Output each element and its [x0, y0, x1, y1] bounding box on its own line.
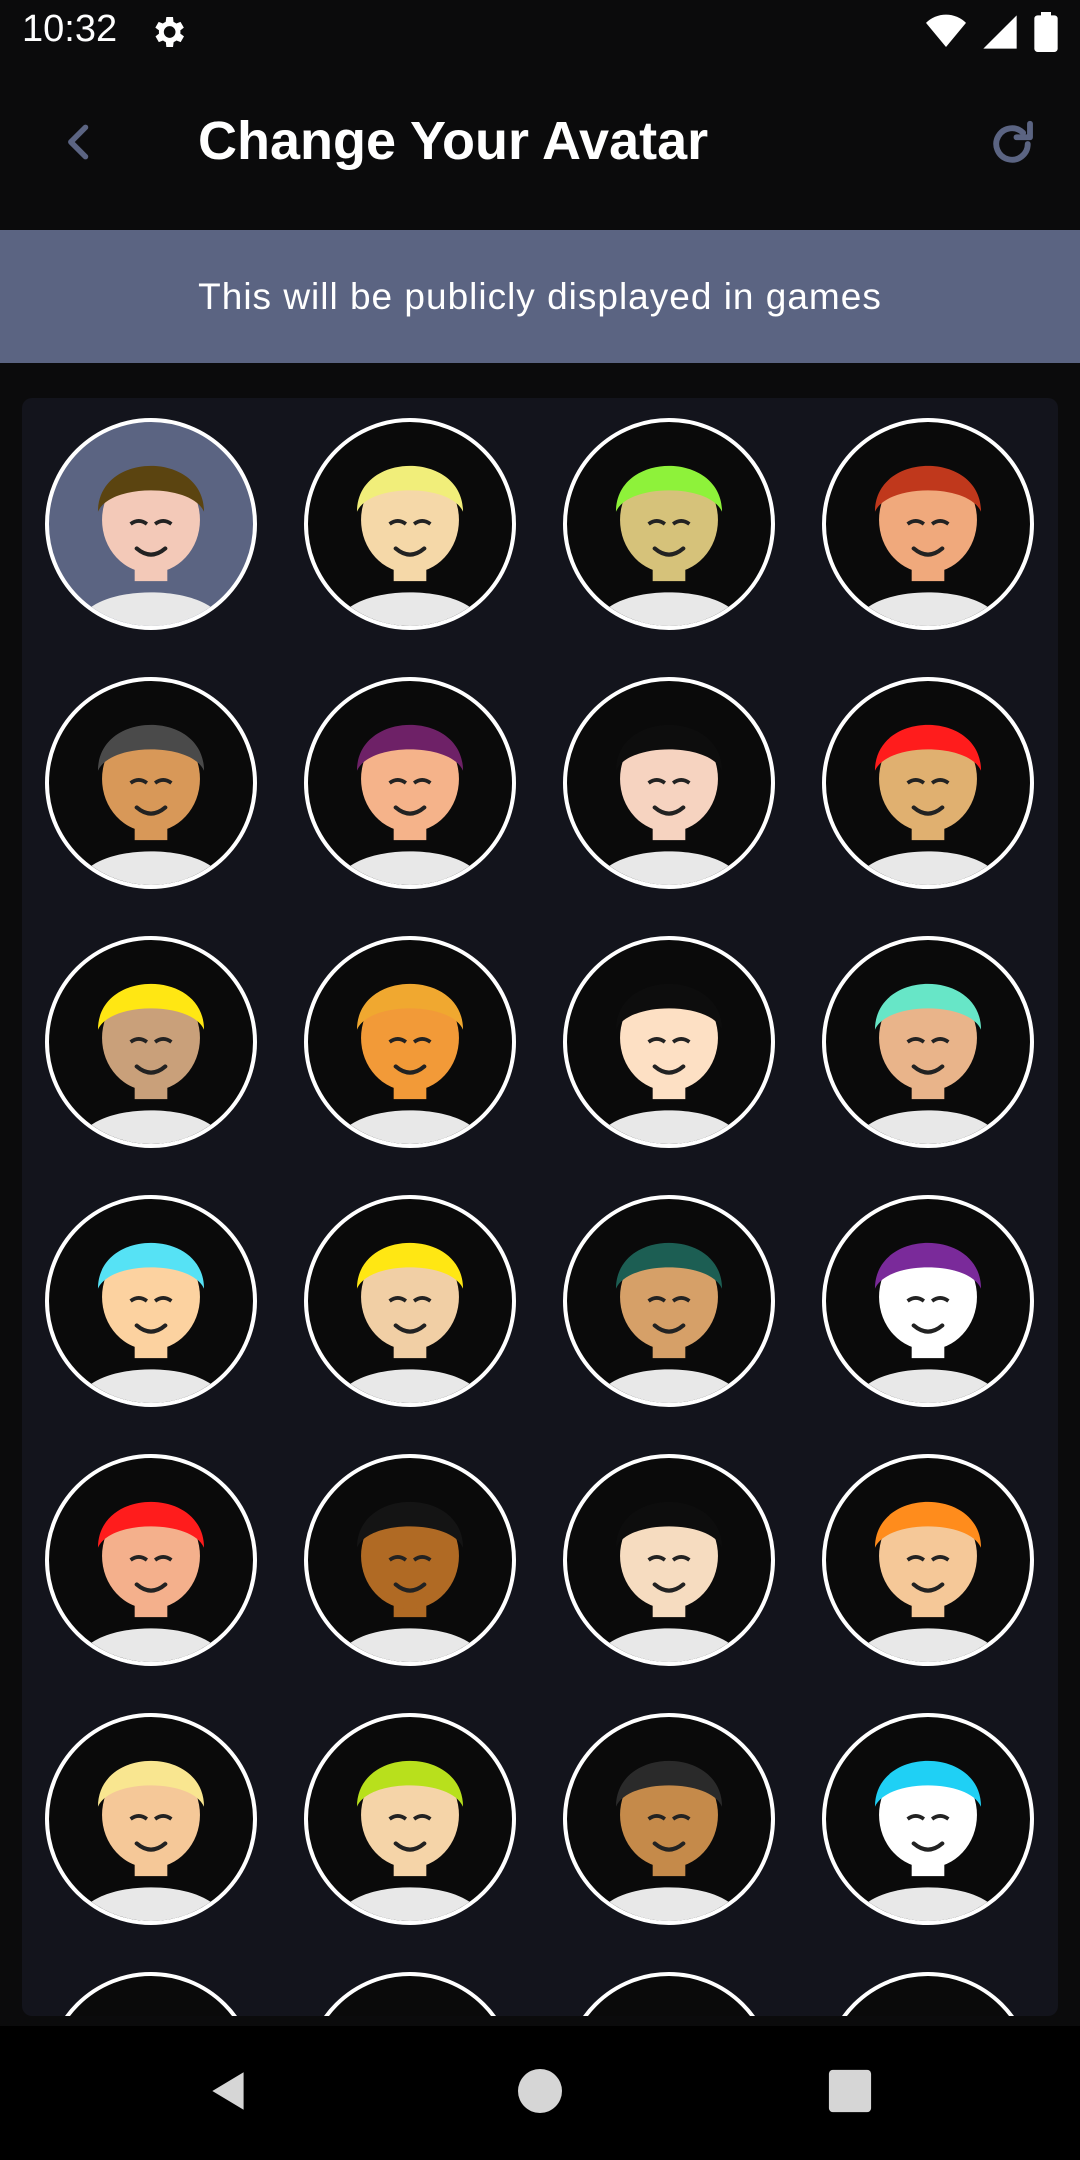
- avatar-option-hat-sunglasses[interactable]: [45, 418, 257, 630]
- banner-text: This will be publicly displayed in games: [198, 275, 882, 317]
- avatar-face-icon: [854, 1501, 1002, 1662]
- avatar-face-icon: [77, 724, 225, 885]
- avatar-face-icon: [336, 1760, 484, 1921]
- avatar-face-icon: [595, 1501, 743, 1662]
- info-banner: This will be publicly displayed in games: [0, 230, 1080, 363]
- status-bar: 10:32: [0, 0, 1080, 66]
- avatar-face-icon: [336, 465, 484, 626]
- app-bar: Change Your Avatar: [0, 66, 1080, 230]
- avatar-option-fedora-blond[interactable]: [304, 418, 516, 630]
- avatar-face-icon: [77, 465, 225, 626]
- nav-recents-button[interactable]: [817, 2060, 883, 2126]
- avatar-face-icon: [336, 724, 484, 885]
- avatar-option-blond-dreads-glasses[interactable]: [45, 1713, 257, 1925]
- avatar-option-partial-4[interactable]: [822, 1972, 1034, 2016]
- avatar-face-icon: [854, 724, 1002, 885]
- avatar-face-icon: [77, 1242, 225, 1403]
- avatar-option-green-mohawk[interactable]: [304, 1713, 516, 1925]
- nav-back-button[interactable]: [196, 2060, 262, 2126]
- signal-icon: [980, 12, 1020, 57]
- refresh-icon: [985, 117, 1039, 176]
- avatar-face-icon: [308, 1976, 512, 2016]
- avatar-option-cyan-ponytail[interactable]: [822, 1713, 1034, 1925]
- refresh-button[interactable]: [980, 114, 1044, 178]
- avatar-option-orange-quiff[interactable]: [822, 1454, 1034, 1666]
- avatar-option-partial-2[interactable]: [304, 1972, 516, 2016]
- avatar-option-curly-black[interactable]: [563, 677, 775, 889]
- avatar-face-icon: [595, 1760, 743, 1921]
- avatar-face-icon: [854, 1760, 1002, 1921]
- avatar-face-icon: [77, 1760, 225, 1921]
- avatar-grid-panel[interactable]: [22, 398, 1058, 2016]
- avatar-face-icon: [336, 983, 484, 1144]
- back-triangle-icon: [204, 2066, 254, 2121]
- avatar-face-icon: [336, 1501, 484, 1662]
- avatar-option-red-quiff[interactable]: [45, 1454, 257, 1666]
- avatar-option-cyan-hair[interactable]: [45, 1195, 257, 1407]
- avatar-face-icon: [77, 983, 225, 1144]
- avatar-option-teal-dreads-mask[interactable]: [563, 1195, 775, 1407]
- avatar-option-purple-curly-shades[interactable]: [822, 1195, 1034, 1407]
- status-icons: [926, 12, 1058, 57]
- avatar-face-icon: [854, 465, 1002, 626]
- battery-icon: [1034, 12, 1058, 57]
- avatar-option-green-hair[interactable]: [563, 418, 775, 630]
- avatar-option-dark-beard-glasses[interactable]: [304, 1454, 516, 1666]
- avatar-face-icon: [49, 1976, 253, 2016]
- avatar-face-icon: [336, 1242, 484, 1403]
- avatar-face-icon: [595, 724, 743, 885]
- avatar-face-icon: [595, 465, 743, 626]
- page-title: Change Your Avatar: [198, 111, 709, 171]
- avatar-option-partial-1[interactable]: [45, 1972, 257, 2016]
- avatar-face-icon: [826, 1976, 1030, 2016]
- home-circle-icon: [516, 2067, 564, 2120]
- avatar-option-masked-antenna[interactable]: [822, 418, 1034, 630]
- chevron-left-icon: [58, 120, 102, 169]
- avatar-option-flower-girl[interactable]: [563, 936, 775, 1148]
- avatar-face-icon: [854, 1242, 1002, 1403]
- avatar-option-grey-hat[interactable]: [45, 677, 257, 889]
- avatar-option-black-bob[interactable]: [563, 1454, 775, 1666]
- avatar-option-purple-hair-mask[interactable]: [304, 677, 516, 889]
- avatar-face-icon: [595, 983, 743, 1144]
- avatar-face-icon: [567, 1976, 771, 2016]
- avatar-option-grey-dreads-glasses[interactable]: [563, 1713, 775, 1925]
- avatar-option-yellow-long-hair[interactable]: [45, 936, 257, 1148]
- avatar-face-icon: [854, 983, 1002, 1144]
- status-time: 10:32: [22, 8, 118, 50]
- back-button[interactable]: [52, 116, 108, 172]
- avatar-face-icon: [595, 1242, 743, 1403]
- avatar-face-icon: [77, 1501, 225, 1662]
- gear-icon: [148, 12, 188, 52]
- avatar-option-red-hair[interactable]: [822, 677, 1034, 889]
- recents-square-icon: [827, 2068, 873, 2119]
- avatar-option-partial-3[interactable]: [563, 1972, 775, 2016]
- system-nav-bar: [0, 2026, 1080, 2160]
- avatar-option-orange-bald[interactable]: [304, 936, 516, 1148]
- avatar-option-mint-buns[interactable]: [822, 936, 1034, 1148]
- avatar-option-crown-glasses[interactable]: [304, 1195, 516, 1407]
- nav-home-button[interactable]: [507, 2060, 573, 2126]
- wifi-icon: [926, 12, 966, 57]
